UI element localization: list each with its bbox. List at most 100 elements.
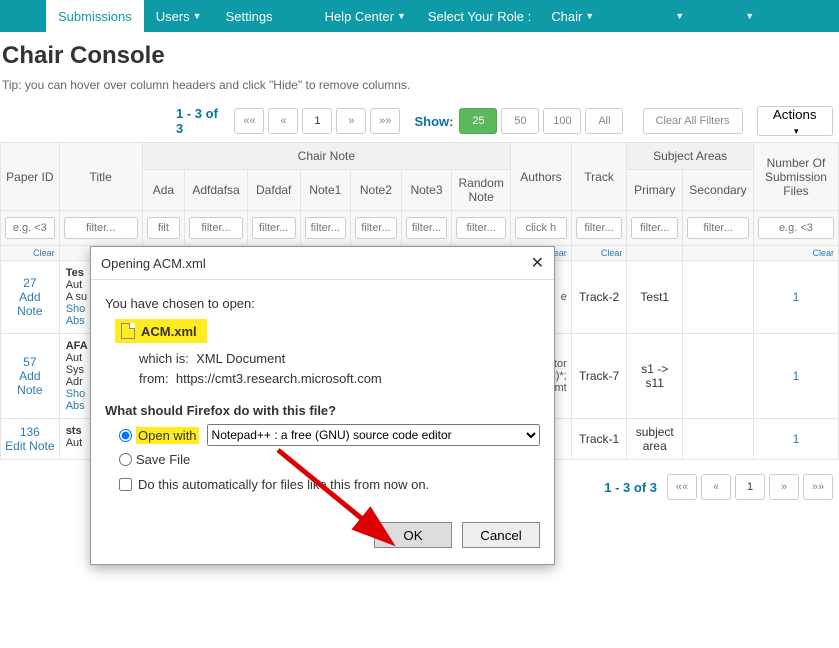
page-prev[interactable]: « <box>268 108 298 134</box>
conf-dropdown[interactable]: ▼ <box>604 0 694 32</box>
clear-numfiles[interactable]: Clear <box>812 248 834 258</box>
clear-track[interactable]: Clear <box>601 248 623 258</box>
filter-n3[interactable] <box>406 217 448 239</box>
open-with-select[interactable]: Notepad++ : a free (GNU) source code edi… <box>207 424 540 446</box>
open-with-radio[interactable] <box>119 429 132 442</box>
dialog-chosen-label: You have chosen to open: <box>105 296 540 311</box>
primary-cell: subject area <box>627 419 683 460</box>
role-dropdown[interactable]: Chair▼ <box>541 0 604 32</box>
which-is-label: which is: <box>139 351 189 366</box>
page-next-bottom[interactable]: » <box>769 474 799 500</box>
nav-settings[interactable]: Settings <box>214 0 285 32</box>
filter-numfiles[interactable] <box>758 217 834 239</box>
user-dropdown[interactable]: ▼ <box>694 0 764 32</box>
col-note2[interactable]: Note2 <box>351 170 402 211</box>
files-count[interactable]: 1 <box>793 432 800 446</box>
chevron-down-icon: ▼ <box>585 11 594 21</box>
pagesize-25[interactable]: 25 <box>459 108 497 134</box>
colgroup-chair-note: Chair Note <box>142 143 510 170</box>
page-title: Chair Console <box>2 42 837 70</box>
paper-id[interactable]: 136 <box>20 425 40 439</box>
secondary-cell <box>683 261 754 334</box>
result-range-bottom: 1 - 3 of 3 <box>604 480 657 495</box>
filter-n1[interactable] <box>305 217 347 239</box>
nav-help[interactable]: Help Center▼ <box>313 0 418 32</box>
paper-id[interactable]: 27 <box>23 276 36 290</box>
download-dialog: Opening ACM.xml ✕ You have chosen to ope… <box>90 246 555 565</box>
ok-button[interactable]: OK <box>374 522 452 548</box>
col-title[interactable]: Title <box>59 143 142 211</box>
actions-button[interactable]: Actions ▾ <box>757 106 834 136</box>
close-icon[interactable]: ✕ <box>531 253 544 273</box>
clear-all-filters[interactable]: Clear All Filters <box>643 108 743 134</box>
page-last-bottom[interactable]: »» <box>803 474 833 500</box>
cancel-button[interactable]: Cancel <box>462 522 540 548</box>
add-note-link[interactable]: Add Note <box>17 369 42 397</box>
clear-paper-id[interactable]: Clear <box>33 248 55 258</box>
filter-n2[interactable] <box>355 217 397 239</box>
col-adf[interactable]: Adfdafsa <box>185 170 248 211</box>
secondary-cell <box>683 334 754 419</box>
add-note-link[interactable]: Edit Note <box>5 439 54 453</box>
filter-adf[interactable] <box>189 217 243 239</box>
track-cell: Track-1 <box>571 419 627 460</box>
result-range-top: 1 - 3 of 3 <box>176 106 224 136</box>
col-ada[interactable]: Ada <box>142 170 185 211</box>
add-note-link[interactable]: Add Note <box>17 290 42 318</box>
filter-secondary[interactable] <box>687 217 749 239</box>
col-note1[interactable]: Note1 <box>300 170 351 211</box>
col-authors[interactable]: Authors <box>511 143 572 211</box>
track-cell: Track-7 <box>571 334 627 419</box>
paper-id[interactable]: 57 <box>23 355 36 369</box>
dialog-file: ACM.xml <box>115 319 207 343</box>
dialog-title: Opening ACM.xml <box>101 256 206 271</box>
page-1[interactable]: 1 <box>302 108 332 134</box>
page-first[interactable]: «« <box>234 108 264 134</box>
col-track[interactable]: Track <box>571 143 627 211</box>
chevron-down-icon: ▼ <box>675 11 684 21</box>
primary-cell: Test1 <box>627 261 683 334</box>
save-file-radio[interactable] <box>119 453 132 466</box>
filter-dafdaf[interactable] <box>252 217 296 239</box>
page-prev-bottom[interactable]: « <box>701 474 731 500</box>
filter-title[interactable] <box>64 217 138 239</box>
page-first-bottom[interactable]: «« <box>667 474 697 500</box>
pagesize-100[interactable]: 100 <box>543 108 581 134</box>
page-next[interactable]: » <box>336 108 366 134</box>
page-1-bottom[interactable]: 1 <box>735 474 765 500</box>
file-icon <box>121 323 135 339</box>
files-count[interactable]: 1 <box>793 290 800 304</box>
filter-authors[interactable] <box>515 217 567 239</box>
chevron-down-icon: ▼ <box>397 11 406 21</box>
chevron-down-icon: ▼ <box>193 11 202 21</box>
page-tip: Tip: you can hover over column headers a… <box>2 78 839 92</box>
col-secondary[interactable]: Secondary <box>683 170 754 211</box>
filter-primary[interactable] <box>631 217 678 239</box>
files-count[interactable]: 1 <box>793 369 800 383</box>
top-nav: Submissions Users▼ Settings Help Center▼… <box>0 0 839 32</box>
col-primary[interactable]: Primary <box>627 170 683 211</box>
auto-label: Do this automatically for files like thi… <box>138 477 429 492</box>
filter-paper-id[interactable] <box>5 217 55 239</box>
col-dafdaf[interactable]: Dafdaf <box>247 170 300 211</box>
filter-ada[interactable] <box>147 217 181 239</box>
track-cell: Track-2 <box>571 261 627 334</box>
save-file-label: Save File <box>136 452 190 467</box>
pagesize-50[interactable]: 50 <box>501 108 539 134</box>
colgroup-subject: Subject Areas <box>627 143 754 170</box>
dialog-question: What should Firefox do with this file? <box>105 403 540 418</box>
pagesize-all[interactable]: All <box>585 108 623 134</box>
filter-track[interactable] <box>576 217 623 239</box>
filter-rn[interactable] <box>456 217 506 239</box>
from-label: from: <box>139 371 169 386</box>
col-paper-id[interactable]: Paper ID <box>1 143 60 211</box>
col-note3[interactable]: Note3 <box>401 170 452 211</box>
primary-cell: s1 -> s11 <box>627 334 683 419</box>
show-label: Show: <box>414 114 453 129</box>
col-random-note[interactable]: Random Note <box>452 170 511 211</box>
col-numfiles[interactable]: Number Of Submission Files <box>753 143 838 211</box>
auto-checkbox[interactable] <box>119 478 132 491</box>
nav-users[interactable]: Users▼ <box>144 0 214 32</box>
nav-submissions[interactable]: Submissions <box>46 0 144 32</box>
page-last[interactable]: »» <box>370 108 400 134</box>
